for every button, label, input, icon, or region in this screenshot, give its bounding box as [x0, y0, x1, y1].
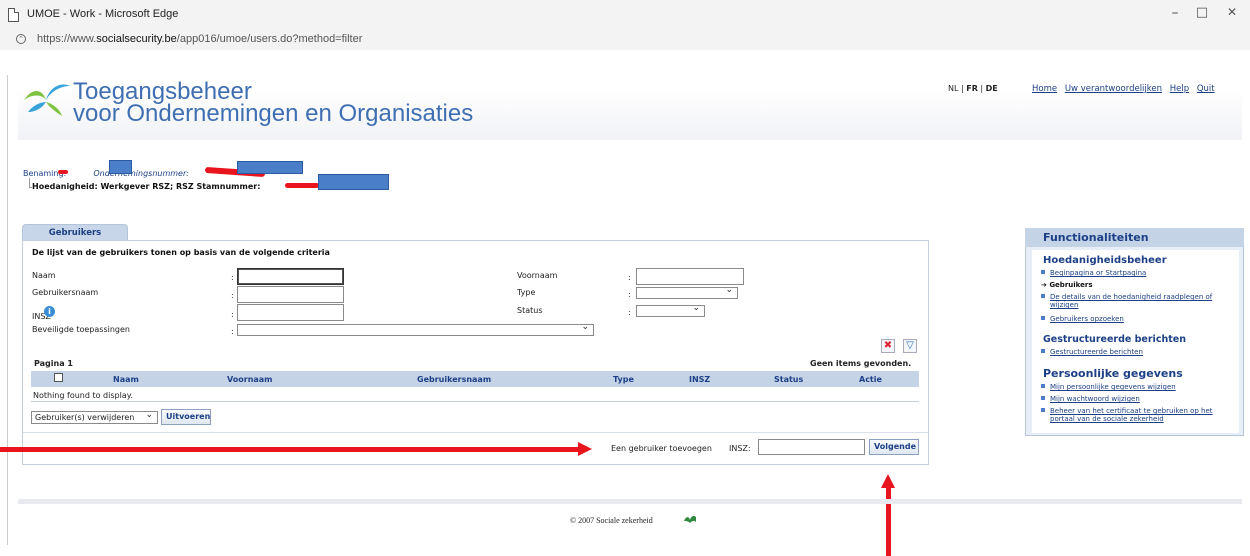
beveiligde-select[interactable]: ⌄ — [237, 322, 594, 336]
annotation-arrow — [0, 447, 580, 452]
chevron-down-icon: ⌄ — [725, 285, 733, 295]
browser-titlebar: UMOE - Work - Microsoft Edge – □ ✕ — [0, 0, 1250, 30]
annotation-arrow-head — [578, 442, 592, 456]
chevron-down-icon: ⌄ — [692, 303, 700, 313]
col-insz[interactable]: INSZ — [689, 375, 710, 384]
page-border — [7, 75, 8, 545]
redaction — [237, 161, 303, 174]
minimize-button[interactable]: – — [1165, 5, 1185, 21]
brand-title-line2: voor Ondernemingen en Organisaties — [73, 100, 474, 127]
gebruikersnaam-input[interactable] — [237, 286, 344, 303]
footer-copyright: © 2007 Sociale zekerheid — [570, 516, 653, 525]
close-button[interactable]: ✕ — [1222, 5, 1242, 19]
col-naam[interactable]: Naam — [113, 375, 139, 384]
divider — [23, 432, 928, 433]
execute-button[interactable]: Uitvoeren — [161, 409, 211, 425]
col-voornaam[interactable]: Voornaam — [227, 375, 273, 384]
status-label: Status — [517, 306, 543, 315]
empty-message: Nothing found to display. — [33, 391, 133, 400]
col-actie: Actie — [859, 375, 882, 384]
sidebar-item-berichten[interactable]: Gestructureerde berichten — [1041, 348, 1219, 356]
help-link[interactable]: Help — [1170, 84, 1189, 94]
capacity-context: Hoedanigheid: Werkgever RSZ; RSZ Stamnum… — [32, 182, 261, 191]
bullet-icon — [1041, 384, 1045, 388]
sidebar-section-hoedanigheid: Hoedanigheidsbeheer — [1043, 255, 1167, 266]
bullet-icon — [1041, 270, 1045, 274]
sidebar-title: Functionaliteiten — [1025, 228, 1244, 247]
sidebar-item-opzoeken[interactable]: Gebruikers opzoeken — [1041, 315, 1219, 323]
clear-filter-icon[interactable]: ✖ — [881, 339, 895, 353]
no-items-message: Geen items gevonden. — [810, 359, 912, 368]
footer-logo-icon — [684, 516, 696, 523]
bullet-icon — [1041, 316, 1045, 320]
bullet-icon — [1041, 396, 1045, 400]
lang-fr[interactable]: FR — [966, 84, 978, 93]
insz-input[interactable] — [237, 304, 344, 321]
criteria-title: De lijst van de gebruikers tonen op basi… — [32, 248, 330, 257]
lang-nl[interactable]: NL — [948, 84, 958, 93]
url-text[interactable]: https://www.socialsecurity.be/app016/umo… — [37, 33, 362, 45]
chevron-down-icon: ⌄ — [145, 410, 153, 420]
naam-label: Naam — [32, 271, 56, 280]
col-type[interactable]: Type — [613, 375, 634, 384]
quit-link[interactable]: Quit — [1197, 84, 1215, 94]
ondernemingsnummer-label: Ondernemingsnummer: — [93, 169, 189, 178]
add-user-label: Een gebruiker toevoegen — [611, 444, 712, 453]
redaction — [109, 160, 132, 174]
add-insz-input[interactable] — [758, 439, 865, 455]
window-title: UMOE - Work - Microsoft Edge — [27, 8, 179, 20]
redaction — [318, 174, 389, 190]
status-select[interactable]: ⌄ — [636, 303, 705, 317]
type-select[interactable]: ⌄ — [636, 285, 738, 299]
responsibles-link[interactable]: Uw verantwoordelijken — [1065, 84, 1162, 94]
voornaam-input[interactable] — [636, 268, 744, 285]
home-link[interactable]: Home — [1032, 84, 1057, 94]
next-button[interactable]: Volgende — [869, 439, 919, 455]
beveiligde-label: Beveiligde toepassingen — [32, 325, 130, 334]
annotation-arrow-head — [881, 474, 895, 488]
redaction — [58, 170, 68, 174]
sidebar-item-details[interactable]: De details van de hoedanigheid raadplege… — [1041, 293, 1219, 309]
page-indicator: Pagina 1 — [34, 359, 73, 368]
info-icon[interactable]: i — [44, 306, 55, 317]
redaction — [285, 183, 319, 188]
select-all-checkbox[interactable] — [54, 373, 63, 382]
sidebar-item-startpagina[interactable]: Beginpagina or Startpagina — [1041, 269, 1219, 277]
language-switcher: NL | FR | DE — [948, 84, 998, 93]
lang-de[interactable]: DE — [986, 84, 998, 93]
chevron-down-icon: ⌄ — [581, 322, 589, 332]
company-context: Benaming: Ondernemingsnummer: — [23, 169, 189, 178]
naam-input[interactable] — [237, 268, 344, 285]
bullet-icon — [1041, 294, 1045, 298]
logo-icon — [24, 84, 70, 116]
sidebar-item-gegevens[interactable]: Mijn persoonlijke gegevens wijzigen — [1041, 383, 1219, 391]
bulk-action-select[interactable]: Gebruiker(s) verwijderen ⌄ — [31, 410, 158, 424]
col-status[interactable]: Status — [774, 375, 803, 384]
gebruikersnaam-label: Gebruikersnaam — [32, 288, 99, 297]
bullet-icon — [1041, 408, 1045, 412]
sidebar-item-gebruikers[interactable]: ➔ Gebruikers — [1041, 281, 1219, 289]
add-insz-label: INSZ: — [729, 444, 751, 453]
sidebar-section-berichten: Gestructureerde berichten — [1043, 334, 1186, 345]
table-row: Nothing found to display. — [31, 387, 919, 402]
type-label: Type — [517, 288, 536, 297]
lock-icon[interactable]: ⌃ — [16, 34, 26, 44]
annotation-arrow — [886, 486, 891, 556]
page-icon — [8, 8, 19, 22]
footer-band — [18, 499, 1242, 504]
sidebar-item-wachtwoord[interactable]: Mijn wachtwoord wijzigen — [1041, 395, 1219, 403]
sidebar-item-certificaat[interactable]: Beheer van het certificaat te gebruiken … — [1041, 407, 1219, 423]
filter-icon[interactable]: ▽ — [903, 339, 917, 353]
sidebar-section-persoonlijk: Persoonlijke gegevens — [1043, 367, 1183, 380]
voornaam-label: Voornaam — [517, 271, 558, 280]
bullet-icon — [1041, 349, 1045, 353]
tab-gebruikers[interactable]: Gebruikers — [22, 224, 128, 241]
col-gebruikersnaam[interactable]: Gebruikersnaam — [417, 375, 491, 384]
top-links: Home Uw verantwoordelijken Help Quit — [1032, 84, 1220, 94]
address-bar[interactable]: ⌃ https://www.socialsecurity.be/app016/u… — [0, 30, 1250, 50]
maximize-button[interactable]: □ — [1192, 5, 1212, 20]
